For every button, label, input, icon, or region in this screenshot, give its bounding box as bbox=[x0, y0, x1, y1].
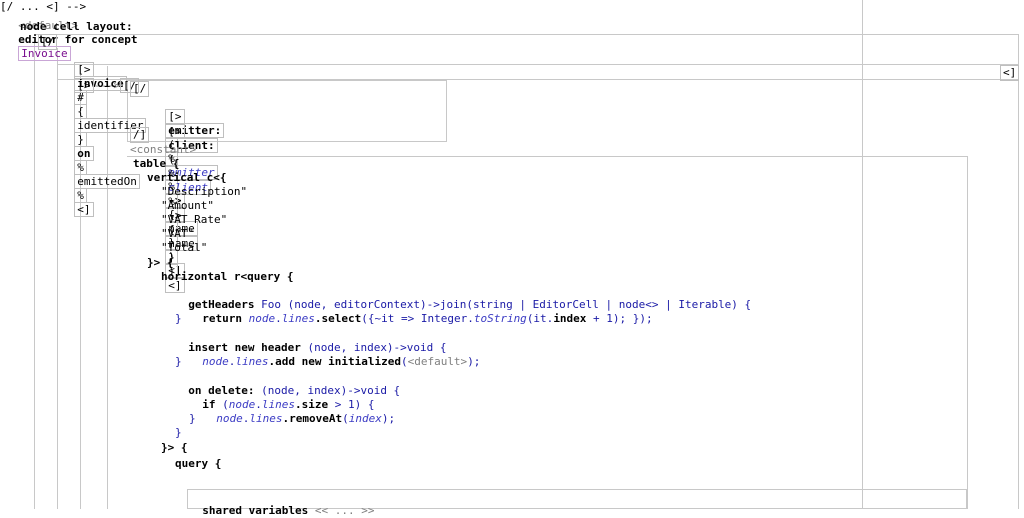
emitted-on-ref[interactable]: emittedOn bbox=[74, 174, 140, 189]
return-line: return node.lines.select({~it => Integer… bbox=[202, 312, 653, 325]
remove-index[interactable]: index bbox=[349, 412, 382, 425]
return-index[interactable]: index bbox=[553, 312, 586, 325]
horizontal-close[interactable]: }> { bbox=[161, 441, 188, 455]
return-lines[interactable]: lines bbox=[282, 312, 315, 325]
table-right-guide bbox=[967, 156, 968, 509]
shared-variables-placeholder[interactable]: << ... >> bbox=[315, 504, 375, 517]
insert-header-close[interactable]: } bbox=[175, 355, 182, 369]
right-edge-guide bbox=[1018, 34, 1019, 509]
layout-top-rule bbox=[34, 34, 1018, 35]
row2-open: [> ---> [/ bbox=[61, 65, 140, 93]
shared-variables-line: shared variables << ... >> bbox=[189, 490, 374, 518]
query-open[interactable]: query { bbox=[175, 457, 221, 471]
indent-guide-1 bbox=[34, 40, 35, 509]
remove-at-line: node.lines.removeAt(index); bbox=[216, 412, 396, 425]
horizontal-query[interactable]: horizontal r<query { bbox=[161, 270, 293, 284]
editor-for-concept-keyword: editor for concept bbox=[18, 33, 138, 46]
if-close[interactable]: } bbox=[189, 412, 196, 426]
insert-node[interactable]: node bbox=[202, 355, 229, 368]
emitted-on-pct-open[interactable]: % bbox=[74, 160, 87, 175]
emitted-on-pct-close[interactable]: % bbox=[74, 188, 87, 203]
remove-node[interactable]: node bbox=[216, 412, 243, 425]
far-right-guide bbox=[862, 0, 863, 509]
header-description[interactable]: "Description" bbox=[161, 185, 247, 199]
return-keyword[interactable]: return bbox=[202, 312, 242, 325]
header-amount[interactable]: "Amount" bbox=[161, 199, 214, 213]
table-open[interactable]: table { bbox=[133, 157, 179, 171]
header-vat-rate[interactable]: "VAT Rate" bbox=[161, 213, 227, 227]
vertical-close[interactable]: }> { bbox=[147, 256, 174, 270]
nested-open-vertical[interactable]: [/ bbox=[130, 81, 150, 97]
identifier-rbrace[interactable]: } bbox=[74, 132, 87, 147]
shared-variables-keyword[interactable]: shared variables bbox=[202, 504, 308, 517]
vertical-header[interactable]: vertical c<{ bbox=[147, 171, 226, 185]
return-node[interactable]: node bbox=[249, 312, 276, 325]
dashed-arrow: ---> bbox=[93, 79, 121, 92]
row2-close-horizontal[interactable]: <] bbox=[1000, 65, 1020, 81]
header-vat[interactable]: "VAT" bbox=[161, 227, 194, 241]
return-tostring[interactable]: toString bbox=[474, 312, 527, 325]
get-headers-close[interactable]: } bbox=[175, 312, 182, 326]
row1-close-horizontal[interactable]: <] bbox=[74, 202, 94, 217]
outer-vertical-open[interactable]: [/ bbox=[38, 34, 58, 50]
remove-lines[interactable]: lines bbox=[249, 412, 282, 425]
constant-tag[interactable]: <constant> bbox=[130, 143, 196, 157]
on-delete-close[interactable]: } bbox=[175, 426, 182, 440]
insert-body-line: node.lines.add new initialized(<default>… bbox=[202, 355, 481, 368]
identifier-lbrace[interactable]: { bbox=[74, 104, 87, 119]
header-total[interactable]: "Total" bbox=[161, 241, 207, 255]
on-constant[interactable]: on bbox=[74, 146, 94, 161]
insert-default-tag[interactable]: <default> bbox=[408, 355, 468, 368]
return-select[interactable]: .select bbox=[315, 312, 361, 325]
indent-guide-2 bbox=[57, 48, 58, 509]
remove-at[interactable]: .removeAt bbox=[283, 412, 343, 425]
node-cell-layout-label: node cell layout: bbox=[20, 20, 133, 33]
nested-close-vertical[interactable]: /] bbox=[130, 127, 150, 143]
layout-row2-rule bbox=[57, 64, 1018, 65]
client-open-horizontal[interactable]: [> bbox=[165, 124, 185, 139]
row2-open-horizontal[interactable]: [> bbox=[74, 78, 94, 93]
insert-lines[interactable]: lines bbox=[235, 355, 268, 368]
constant-rule bbox=[127, 156, 968, 157]
insert-add-new[interactable]: .add new initialized bbox=[269, 355, 401, 368]
